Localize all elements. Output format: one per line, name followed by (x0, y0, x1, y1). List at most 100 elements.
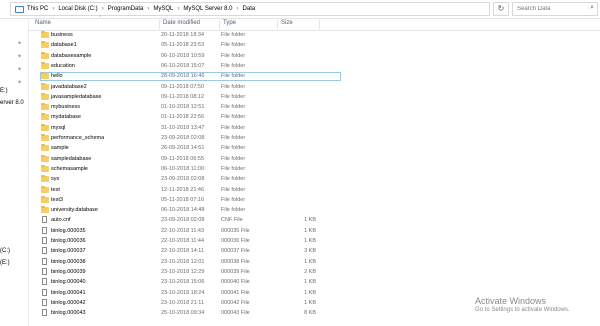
file-size: 1 KB (304, 279, 316, 286)
file-row[interactable]: test 12-11-2018 21:46 File folder (28, 185, 600, 195)
column-date-modified[interactable]: Date modified (160, 20, 220, 29)
file-row[interactable]: business 20-11-2018 18:34 File folder (28, 31, 600, 40)
file-name: databasesample (51, 52, 92, 59)
file-name: university.database (51, 207, 98, 214)
file-type: 000042 File (221, 299, 250, 306)
folder-icon (41, 31, 49, 38)
file-row[interactable]: hello 28-09-2018 16:46 File folder (28, 72, 600, 82)
file-icon (42, 298, 47, 306)
breadcrumb-programdata[interactable]: ProgramData (108, 6, 144, 12)
file-icon (42, 237, 47, 244)
watermark-title: Activate Windows (475, 296, 547, 306)
file-type: File folder (221, 83, 246, 90)
file-row[interactable]: mysql 31-10-2018 13:47 File folder (28, 123, 600, 133)
folder-icon (41, 144, 49, 152)
file-type: File folder (221, 196, 246, 203)
file-row[interactable]: binlog.000037 22-10-2018 14:11 000037 File… (28, 247, 600, 256)
sidebar-item-drive-e[interactable]: E:) (0, 88, 8, 94)
file-date-modified: 22-10-2018 11:43 (161, 227, 205, 234)
file-date-modified: 22-10-2018 11:44 (161, 238, 205, 244)
file-row[interactable]: sys 23-09-2018 02:08 File folder (28, 175, 600, 184)
folder-icon (41, 154, 49, 162)
file-size: 1 KB (304, 299, 316, 306)
file-type: File folder (221, 124, 246, 131)
file-row[interactable]: binlog.000039 23-10-2018 12:29 000039 File… (28, 267, 600, 277)
file-name: test3 (51, 196, 63, 203)
file-type: File folder (221, 135, 246, 141)
file-row[interactable]: databasesample 06-10-2018 10:59 File folde… (28, 51, 600, 61)
file-name: sys (51, 176, 60, 183)
file-size: 1 KB (304, 238, 316, 244)
file-type: File folder (221, 32, 246, 38)
breadcrumb-separator-icon[interactable]: › (237, 6, 239, 12)
breadcrumb-separator-icon[interactable]: › (177, 6, 179, 12)
search-icon[interactable]: ⌕ (590, 4, 594, 12)
file-type: 000043 File (221, 310, 250, 317)
breadcrumb-data[interactable]: Data (243, 6, 256, 12)
pin-icon[interactable]: ✦ (17, 40, 22, 47)
file-row[interactable]: binlog.000038 23-10-2018 12:01 000038 File… (28, 257, 600, 267)
pin-icon[interactable]: ✦ (17, 66, 22, 73)
file-date-modified: 23-09-2018 02:08 (161, 217, 205, 224)
file-row[interactable]: database1 05-11-2018 23:53 File folder (28, 41, 600, 50)
file-type: File folder (221, 186, 246, 193)
file-row[interactable]: binlog.000040 23-10-2018 15:06 000040 File… (28, 278, 600, 287)
file-row[interactable]: javadatabase2 09-11-2018 07:50 File folder (28, 82, 600, 92)
file-date-modified: 06-10-2018 11:00 (161, 165, 205, 172)
column-name[interactable]: Name (32, 20, 160, 29)
file-row[interactable]: university.database 06-10-2018 14:48 File … (28, 206, 600, 215)
folder-icon (41, 185, 49, 193)
file-type: 000037 File (221, 248, 250, 255)
pin-icon[interactable]: ✦ (17, 53, 22, 60)
file-name: education (51, 62, 75, 69)
file-row[interactable]: binlog.000035 22-10-2018 11:43 000035 File… (28, 226, 600, 236)
file-row[interactable]: performance_schema 23-09-2018 02:08 File f… (28, 134, 600, 143)
file-row[interactable]: sample 26-09-2018 14:51 File folder (28, 144, 600, 153)
file-date-modified: 06-10-2018 15:07 (161, 62, 205, 69)
file-row[interactable]: mydatabase 01-11-2018 22:56 File folder (28, 113, 600, 122)
file-name: javasampledatabase (51, 93, 102, 100)
file-icon (42, 288, 47, 296)
sidebar-item-drive-c[interactable]: (C:) (0, 248, 10, 254)
file-name: hello (51, 73, 63, 80)
file-row[interactable]: schemasample 06-10-2018 11:00 File folder (28, 164, 600, 174)
breadcrumb-separator-icon[interactable]: › (147, 6, 149, 12)
navigation-pane: ✦ ✦ ✦ ✦ E:) erver 8.0 (C:) (E:) (0, 18, 29, 326)
file-date-modified: 09-11-2018 07:50 (161, 83, 205, 90)
address-bar: This PC › Local Disk (C:) › ProgramData … (0, 0, 600, 19)
sidebar-item-drive-e2[interactable]: (E:) (0, 260, 10, 266)
file-name: business (51, 32, 73, 38)
file-icon (42, 309, 47, 317)
breadcrumb[interactable]: This PC › Local Disk (C:) › ProgramData … (10, 2, 490, 16)
file-row[interactable]: sampledatabase 09-11-2018 06:55 File folde… (28, 154, 600, 164)
file-row[interactable]: mybusiness 01-10-2018 12:51 File folder (28, 103, 600, 112)
breadcrumb-local-disk[interactable]: Local Disk (C:) (58, 6, 97, 12)
sidebar-item-mysql-server[interactable]: erver 8.0 (0, 100, 24, 106)
file-date-modified: 09-11-2018 06:55 (161, 155, 205, 162)
file-name: binlog.000035 (51, 227, 86, 234)
file-date-modified: 28-09-2018 16:46 (161, 73, 205, 80)
this-pc-icon (15, 5, 24, 13)
file-icon (42, 257, 47, 265)
breadcrumb-separator-icon[interactable]: › (102, 6, 104, 12)
column-type[interactable]: Type (220, 20, 278, 29)
file-size: 8 KB (304, 310, 316, 317)
pin-icon[interactable]: ✦ (17, 79, 22, 86)
file-row[interactable]: test3 05-11-2018 07:16 File folder (28, 195, 600, 205)
refresh-icon[interactable]: ↻ (493, 2, 509, 16)
file-row[interactable]: javasampledatabase 09-11-2018 08:12 File f… (28, 92, 600, 102)
file-date-modified: 23-10-2018 12:01 (161, 258, 205, 265)
file-name: binlog.000038 (51, 258, 86, 265)
breadcrumb-mysql[interactable]: MySQL (153, 6, 173, 12)
file-row[interactable]: auto.cnf 23-09-2018 02:08 CNF File 1 KB (28, 216, 600, 225)
file-type: File folder (221, 207, 246, 214)
file-type: File folder (221, 62, 246, 69)
column-size[interactable]: Size (278, 20, 320, 29)
file-row[interactable]: binlog.000036 22-10-2018 11:44 000036 File… (28, 237, 600, 246)
breadcrumb-this-pc[interactable]: This PC (27, 6, 48, 12)
file-row[interactable]: education 06-10-2018 15:07 File folder (28, 61, 600, 71)
search-box[interactable]: ⌕ (512, 2, 598, 16)
breadcrumb-mysql-server[interactable]: MySQL Server 8.0 (183, 6, 232, 12)
search-input[interactable] (513, 3, 587, 15)
breadcrumb-separator-icon[interactable]: › (52, 6, 54, 12)
